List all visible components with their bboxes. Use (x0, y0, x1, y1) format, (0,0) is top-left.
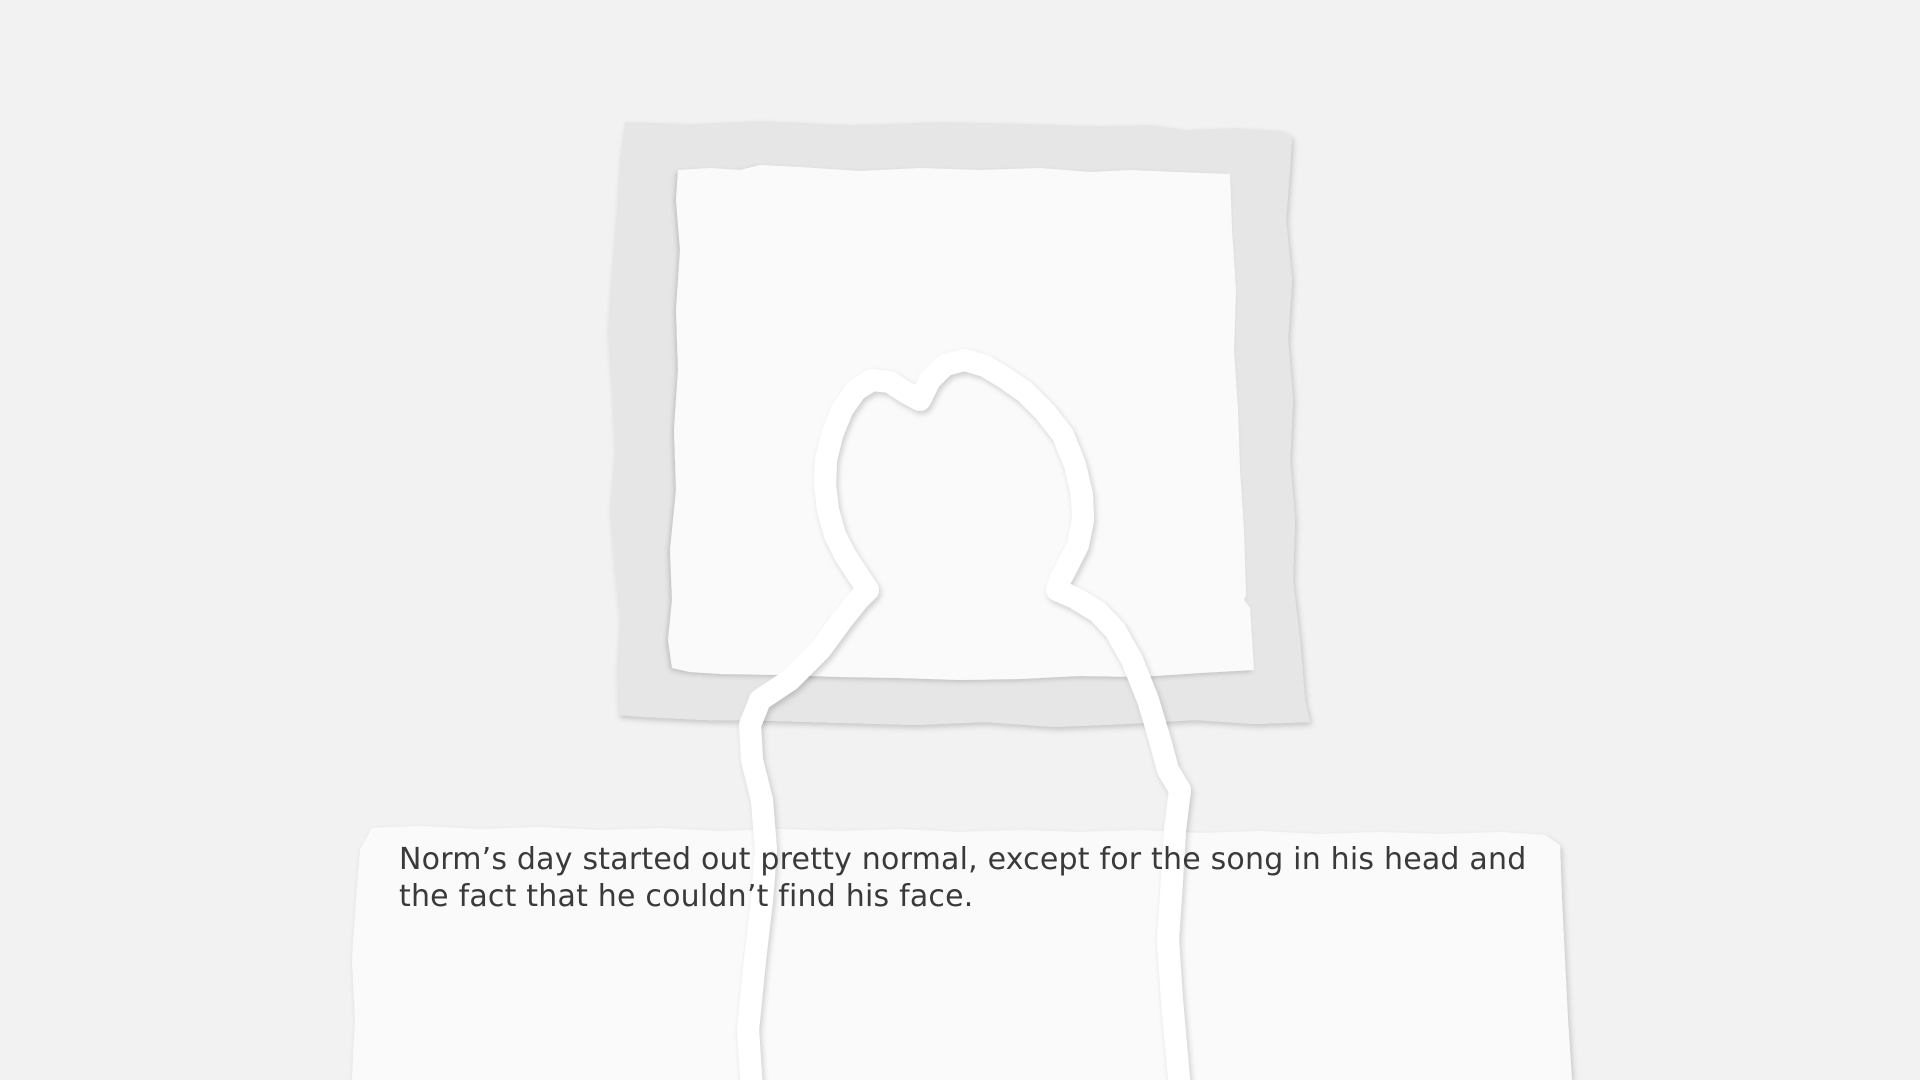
dialogue-text: Norm’s day started out pretty normal, ex… (399, 842, 1527, 914)
frame-inner-paper (668, 165, 1254, 680)
scene-artwork (352, 121, 1572, 1080)
picture-frame (608, 121, 1310, 727)
game-scene[interactable]: Norm’s day started out pretty normal, ex… (0, 0, 1920, 1080)
